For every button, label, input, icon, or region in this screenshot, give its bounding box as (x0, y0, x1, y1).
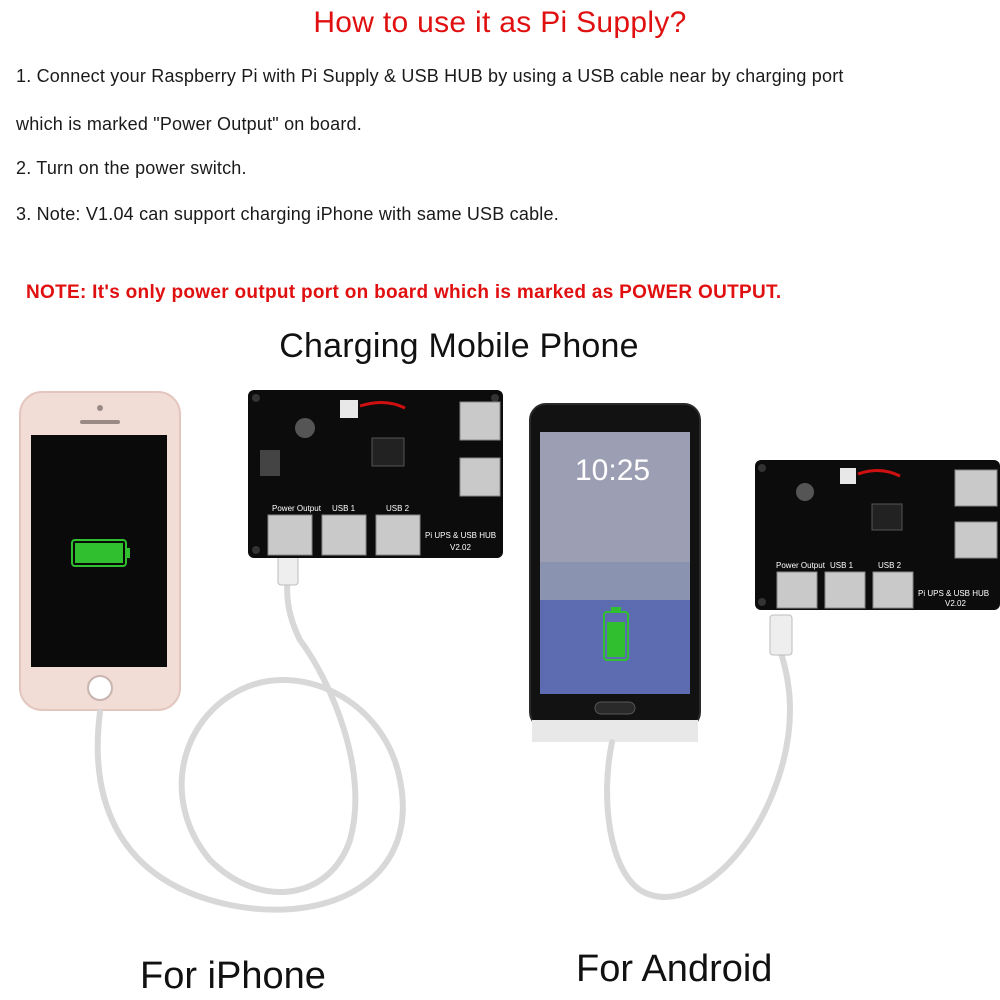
pi-ups-board-right: Power Output USB 1 USB 2 Pi UPS & USB HU… (755, 460, 1000, 610)
step-1-line-2: which is marked "Power Output" on board. (16, 114, 362, 134)
port-label-power-output: Power Output (776, 561, 826, 570)
battery-icon (71, 539, 130, 567)
usb-plug-left (277, 554, 299, 586)
home-button (87, 675, 113, 701)
port-label-usb2: USB 2 (386, 504, 410, 513)
pi-ups-board-left: Power Output USB 1 USB 2 Pi UPS & USB HU… (248, 390, 503, 558)
port-label-usb1: USB 1 (332, 504, 356, 513)
phone-time: 10:25 (575, 454, 650, 487)
iphone (19, 391, 181, 711)
board-label: Pi UPS & USB HUB (425, 531, 496, 540)
home-button (594, 701, 636, 715)
board-version: V2.02 (945, 599, 966, 608)
android-phone: 10:25 (529, 403, 701, 742)
step-1-line-1: 1. Connect your Raspberry Pi with Pi Sup… (16, 66, 844, 86)
usb-plug-right (769, 614, 793, 656)
subheading: Charging Mobile Phone (279, 327, 639, 365)
product-photo: Power Output USB 1 USB 2 Pi UPS & USB HU… (19, 390, 1000, 913)
step-2: 2. Turn on the power switch. (16, 158, 247, 178)
board-version: V2.02 (450, 543, 471, 552)
step-3: 3. Note: V1.04 can support charging iPho… (16, 204, 559, 224)
port-label-power-output: Power Output (272, 504, 322, 513)
port-label-usb2: USB 2 (878, 561, 902, 570)
port-label-usb1: USB 1 (830, 561, 854, 570)
board-label: Pi UPS & USB HUB (918, 589, 989, 598)
caption-android: For Android (576, 948, 773, 990)
note-warning: NOTE: It's only power output port on boa… (26, 282, 782, 303)
caption-iphone: For iPhone (140, 955, 326, 997)
page-title: How to use it as Pi Supply? (313, 6, 687, 39)
